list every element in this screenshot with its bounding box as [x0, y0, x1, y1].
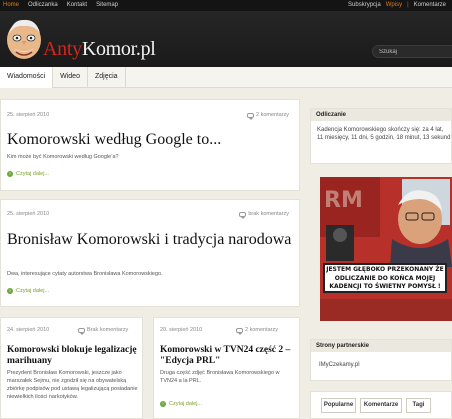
read-more-link[interactable]: › Czytaj dalej... — [7, 288, 49, 294]
comments-count: 2 komentarzy — [255, 112, 289, 118]
top-bar: Home Odliczanka Kontakt Sitemap Subskryp… — [0, 0, 452, 11]
post-excerpt: Druga część zdjęć Bronisława Komorowskie… — [160, 370, 280, 384]
separator: | — [407, 2, 409, 8]
site-logo[interactable]: AntyKomor.pl — [3, 16, 178, 64]
post-comments-link[interactable]: brak komentarzy — [239, 211, 289, 219]
tab-popularne[interactable]: Popularne — [321, 398, 356, 413]
banner-photo: RM — [320, 177, 452, 321]
post-comments-link[interactable]: 2 komentarzy — [246, 112, 289, 120]
arrow-right-icon: › — [160, 401, 166, 407]
nav-kontakt-link[interactable]: Kontakt — [67, 2, 87, 8]
comments-count: 2 komentarzy — [245, 327, 279, 333]
banner-caption: JESTEM GŁĘBOKO PRZEKONANY ŻE ODLICZANIE … — [323, 263, 447, 293]
subscription-nav: Subskrypcja Wpisy | Komentarze — [348, 2, 446, 8]
comments-count: brak komentarzy — [248, 211, 289, 217]
rss-entries-link[interactable]: Wpisy — [386, 2, 402, 8]
sidebar-tabs-widget: Popularne Komentarze Tagi — [310, 391, 452, 419]
tab-wiadomosci[interactable]: Wiadomości — [0, 67, 54, 88]
post-excerpt: Dwa, interesujące cytaty autorstwa Broni… — [7, 271, 163, 277]
post-date: 24. sierpień 2010 — [7, 327, 50, 333]
post-title[interactable]: Komorowski blokuje legalizację marihuany — [7, 345, 140, 367]
arrow-right-icon: › — [7, 171, 13, 177]
subscription-label: Subskrypcja — [348, 2, 381, 8]
partners-title: Strony partnerskie — [311, 340, 451, 352]
tab-komentarze[interactable]: Komentarze — [360, 398, 402, 413]
read-more-label: Czytaj dalej... — [16, 171, 50, 177]
search-input[interactable] — [373, 46, 452, 57]
post-date: 25. sierpień 2010 — [7, 211, 50, 217]
rss-comments-link[interactable]: Komentarze — [414, 2, 446, 8]
post-comments-link[interactable]: Brak komentarzy — [78, 327, 129, 335]
post-title[interactable]: Komorowski w TVN24 część 2 – "Edycja PRL… — [160, 345, 297, 367]
comment-icon — [236, 327, 243, 335]
post-card: 25. sierpień 2010 2 komentarzy Komorowsk… — [0, 99, 300, 191]
comments-count: Brak komentarzy — [87, 327, 129, 333]
svg-text:RM: RM — [324, 188, 363, 213]
search-box[interactable] — [372, 45, 452, 58]
arrow-right-icon: › — [7, 288, 13, 294]
post-title[interactable]: Komorowski według Google to... — [7, 130, 297, 149]
tab-zdjecia[interactable]: Zdjęcia — [88, 67, 126, 88]
nav-home-link[interactable]: Home — [3, 2, 19, 8]
comment-icon — [78, 327, 85, 335]
post-excerpt: Kim może być Komorowski według Google’a? — [7, 154, 119, 160]
countdown-title: Odliczanie — [311, 109, 451, 121]
post-date: 25. sierpień 2010 — [7, 112, 50, 118]
post-excerpt: Prezydent Bronisław Komorowski, jeszcze … — [7, 370, 138, 400]
post-card: 20. sierpień 2010 2 komentarzy Komorowsk… — [153, 317, 300, 419]
read-more-link[interactable]: › Czytaj dalej... — [7, 171, 49, 177]
countdown-widget: Odliczanie Kadencja Komorowskiego skończ… — [310, 108, 452, 164]
caricature-icon — [7, 19, 41, 59]
read-more-link[interactable]: › Czytaj dalej... — [160, 401, 202, 407]
post-title[interactable]: Bronisław Komorowski i tradycja narodowa — [7, 230, 292, 249]
post-card: 24. sierpień 2010 Brak komentarzy Komoro… — [0, 317, 143, 419]
top-nav: Home Odliczanka Kontakt Sitemap — [3, 2, 118, 8]
post-card: 25. sierpień 2010 brak komentarzy Bronis… — [0, 199, 300, 307]
nav-sitemap-link[interactable]: Sitemap — [96, 2, 118, 8]
nav-odliczanka-link[interactable]: Odliczanka — [28, 2, 58, 8]
tab-tagi[interactable]: Tagi — [406, 398, 431, 413]
logo-text: AntyKomor.pl — [43, 38, 156, 60]
site-header: AntyKomor.pl — [0, 11, 452, 67]
read-more-label: Czytaj dalej... — [16, 288, 50, 294]
comment-icon — [246, 112, 254, 120]
content-tabs-bar: Wiadomości Wideo Zdjęcia — [0, 67, 452, 88]
read-more-label: Czytaj dalej... — [169, 401, 203, 407]
tab-wideo[interactable]: Wideo — [53, 67, 88, 88]
post-date: 20. sierpień 2010 — [160, 327, 203, 333]
partners-widget: Strony partnerskie IMyCzekamy.pl — [310, 339, 452, 381]
countdown-banner[interactable]: RM JESTEM GŁĘBOKO PRZEKONANY ŻE ODLICZAN… — [320, 177, 452, 321]
countdown-text: Kadencja Komorowskiego skończy się: za 4… — [317, 127, 451, 141]
comment-icon — [239, 211, 247, 219]
partner-link[interactable]: IMyCzekamy.pl — [319, 362, 360, 370]
post-comments-link[interactable]: 2 komentarzy — [236, 327, 279, 335]
